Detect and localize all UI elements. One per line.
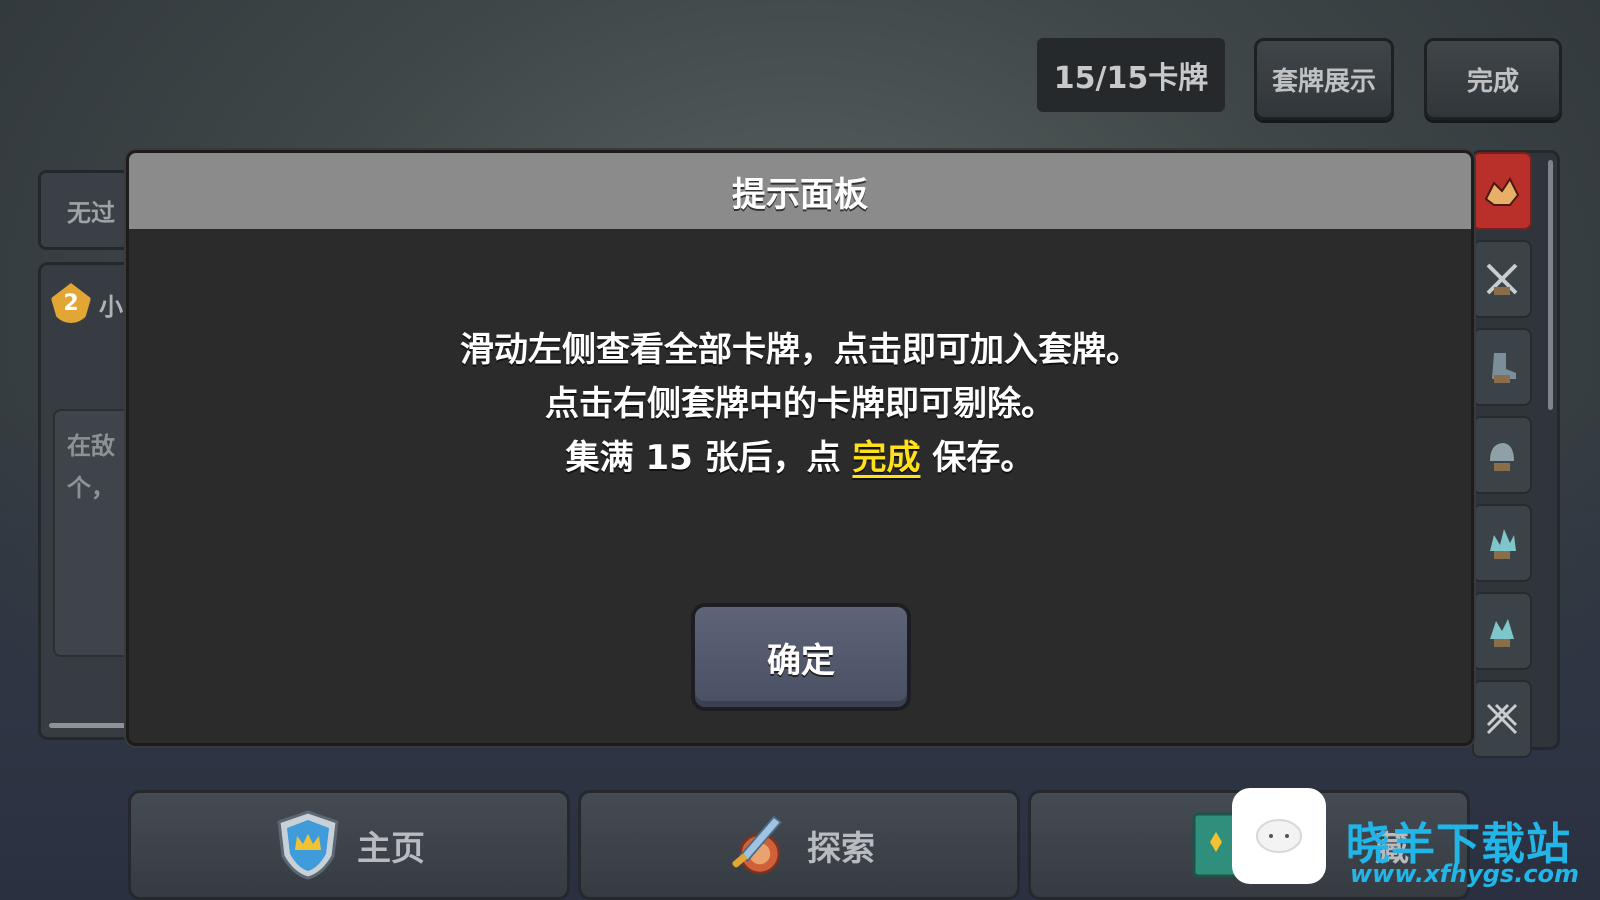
crossed-swords-icon [1486,263,1518,295]
deck-card-slot[interactable] [1472,416,1532,494]
card-name: 小 [99,293,123,321]
dialog-message: 滑动左侧查看全部卡牌，点击即可加入套牌。 点击右侧套牌中的卡牌即可剔除。 集满 … [129,323,1471,485]
watermark-url: www.xfhygs.com [1350,860,1580,888]
deck-card-slot[interactable] [1472,592,1532,670]
nav-explore-button[interactable]: 探索 [578,790,1020,900]
message-text: 保存。 [920,438,1035,478]
sheep-icon [1256,819,1302,853]
hint-dialog: 提示面板 滑动左侧查看全部卡牌，点击即可加入套牌。 点击右侧套牌中的卡牌即可剔除… [126,150,1474,746]
dialog-message-line: 集满 15 张后，点 完成 保存。 [129,431,1471,485]
nav-explore-label: 探索 [807,828,875,869]
done-highlight-text: 完成 [852,438,921,478]
helmet-icon [1490,443,1514,471]
deck-card-slot[interactable] [1472,504,1532,582]
crossed-swords-icon [1486,703,1518,735]
nav-home-label: 主页 [357,828,425,869]
confirm-button[interactable]: 确定 [691,603,911,711]
crystal-icon [1490,529,1516,559]
nav-home-button[interactable]: 主页 [128,790,570,900]
shield-crown-icon [273,808,343,882]
deck-card-slot[interactable] [1472,152,1532,230]
deck-card-slot[interactable] [1472,240,1532,318]
dialog-message-line: 点击右侧套牌中的卡牌即可剔除。 [545,384,1055,424]
filter-tab[interactable]: 无过 [38,170,138,250]
deck-scrollbar[interactable] [1548,160,1553,410]
card-level-badge: 2 [51,283,91,323]
deck-card-slot[interactable] [1472,680,1532,758]
dialog-message-line: 滑动左侧查看全部卡牌，点击即可加入套牌。 [460,330,1140,370]
message-text: 集满 15 张后，点 [565,438,853,478]
boot-icon [1492,353,1516,383]
crystal-icon [1490,619,1514,647]
sword-shield-icon [723,808,793,882]
deck-card-slot[interactable] [1472,328,1532,406]
monster-icon [1484,177,1520,206]
dialog-title: 提示面板 [129,153,1471,229]
watermark-logo [1232,788,1326,884]
done-button[interactable]: 完成 [1424,38,1562,120]
deck-show-button[interactable]: 套牌展示 [1254,38,1394,120]
deck-card-counter: 15/15卡牌 [1037,38,1225,112]
